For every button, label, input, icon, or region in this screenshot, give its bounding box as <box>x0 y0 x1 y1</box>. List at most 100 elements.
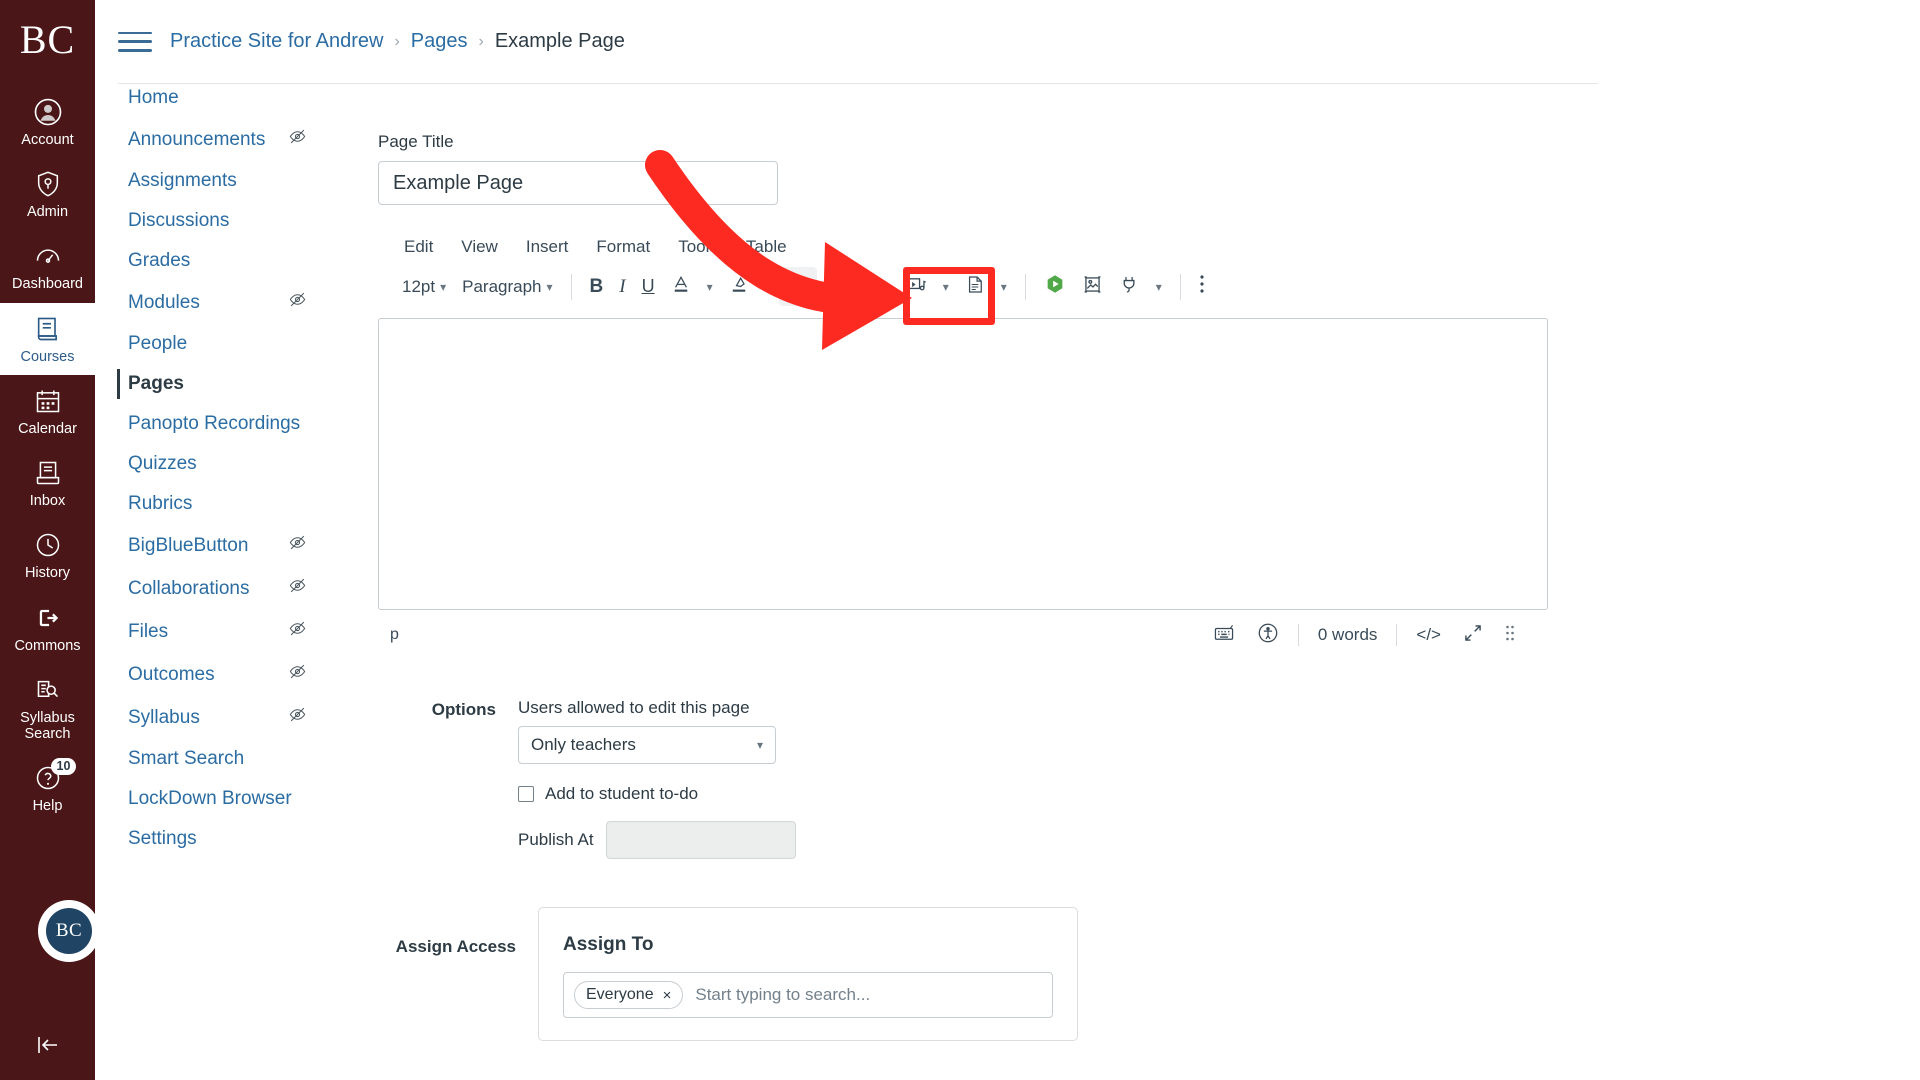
course-nav-item-outcomes[interactable]: Outcomes <box>95 653 335 696</box>
courses-book-icon <box>34 312 62 346</box>
rce-status-bar: p 0 words </> <box>378 610 1548 660</box>
rce-menubar: Edit View Insert Format Tools Table <box>378 231 1548 261</box>
rce-menu-format[interactable]: Format <box>594 233 652 261</box>
page-title-input[interactable] <box>378 161 778 205</box>
font-size-dropdown[interactable]: 12pt ▾ <box>394 271 454 303</box>
breadcrumb-item-course[interactable]: Practice Site for Andrew <box>170 30 383 53</box>
rce-content-area[interactable] <box>378 318 1548 610</box>
collapse-navigation-button[interactable] <box>0 1022 95 1068</box>
global-nav-label: Dashboard <box>12 276 83 293</box>
course-nav-item-smart-search[interactable]: Smart Search <box>95 739 335 779</box>
options-section-label: Options <box>431 700 496 719</box>
global-nav-label: Syllabus Search <box>20 709 75 743</box>
assign-to-card: Assign To Everyone × Start typing to sea… <box>538 907 1078 1041</box>
media-library-button[interactable] <box>1074 268 1111 306</box>
media-library-icon <box>1082 274 1103 300</box>
panopto-button[interactable] <box>1036 267 1074 306</box>
global-nav-item-dashboard[interactable]: Dashboard <box>0 230 95 302</box>
course-nav-item-quizzes[interactable]: Quizzes <box>95 444 335 484</box>
toolbar-divider <box>1179 273 1181 300</box>
edit-roles-select[interactable]: Only teachers ▾ <box>518 726 776 764</box>
course-nav-label: Panopto Recordings <box>128 413 301 434</box>
breadcrumb-item-current: Example Page <box>494 30 625 52</box>
underline-button[interactable]: U <box>634 270 663 303</box>
edit-roles-label: Users allowed to edit this page <box>518 698 750 717</box>
student-todo-checkbox[interactable] <box>518 786 534 802</box>
course-nav-item-files[interactable]: Files <box>95 610 335 653</box>
course-nav-item-assignments[interactable]: Assignments <box>95 161 335 201</box>
block-format-dropdown[interactable]: Paragraph ▾ <box>454 271 560 303</box>
image-button[interactable] <box>839 268 876 306</box>
global-nav-item-commons[interactable]: Commons <box>0 592 95 664</box>
italic-button[interactable]: I <box>611 270 633 304</box>
fullscreen-button[interactable] <box>1452 623 1494 648</box>
course-nav-item-people[interactable]: People <box>95 324 335 364</box>
course-nav-item-rubrics[interactable]: Rubrics <box>95 484 335 524</box>
image-dropdown[interactable]: ▾ <box>876 275 898 299</box>
institution-logo: BC <box>19 17 76 62</box>
student-todo-label: Add to student to-do <box>545 784 699 803</box>
course-nav-item-collaborations[interactable]: Collaborations <box>95 567 335 610</box>
apps-button[interactable] <box>1111 268 1148 306</box>
document-dropdown[interactable]: ▾ <box>993 275 1015 299</box>
text-color-dropdown[interactable]: ▾ <box>699 275 721 299</box>
global-nav-item-admin[interactable]: Admin <box>0 158 95 230</box>
hamburger-line <box>118 40 152 43</box>
rce-menu-view[interactable]: View <box>459 233 500 261</box>
admin-shield-icon <box>34 167 62 201</box>
remove-assignee-icon[interactable]: × <box>663 987 672 1004</box>
course-nav-item-panopto-recordings[interactable]: Panopto Recordings <box>95 404 335 444</box>
course-nav-item-bigbluebutton[interactable]: BigBlueButton <box>95 524 335 567</box>
assign-to-field[interactable]: Everyone × Start typing to search... <box>563 972 1053 1018</box>
more-options-button[interactable] <box>1191 267 1213 306</box>
global-nav-item-calendar[interactable]: Calendar <box>0 375 95 447</box>
course-nav-label: Outcomes <box>128 663 215 685</box>
global-nav-item-courses[interactable]: Courses <box>0 302 95 375</box>
rce-menu-table[interactable]: Table <box>744 233 789 261</box>
chevron-down-icon: ▾ <box>1000 279 1007 294</box>
course-nav-item-pages[interactable]: Pages <box>95 364 335 404</box>
menu-toggle-button[interactable] <box>118 29 152 55</box>
course-nav-item-syllabus[interactable]: Syllabus <box>95 696 335 739</box>
publish-at-input[interactable] <box>605 821 796 859</box>
highlight-color-icon <box>729 273 749 300</box>
rce-menu-edit[interactable]: Edit <box>402 233 435 261</box>
breadcrumb-item-pages[interactable]: Pages <box>411 30 468 53</box>
highlight-color-dropdown[interactable]: ▾ <box>757 275 779 299</box>
help-badge-count: 10 <box>50 757 77 775</box>
html-editor-button[interactable]: </> <box>1405 625 1452 645</box>
global-nav-item-account[interactable]: Account <box>0 86 95 158</box>
highlight-color-button[interactable] <box>721 267 757 306</box>
global-nav-item-history[interactable]: History <box>0 519 95 591</box>
global-nav-item-help[interactable]: 10 Help <box>0 752 95 824</box>
link-button[interactable] <box>778 267 817 306</box>
course-nav-item-grades[interactable]: Grades <box>95 241 335 281</box>
underline-label: U <box>641 276 655 296</box>
apps-dropdown[interactable]: ▾ <box>1148 275 1170 299</box>
global-nav-label: Admin <box>26 204 69 221</box>
rce-menu-tools[interactable]: Tools <box>676 233 720 261</box>
apps-plug-icon <box>1119 274 1140 300</box>
resize-handle[interactable] <box>1494 624 1526 647</box>
course-nav-item-settings[interactable]: Settings <box>95 819 335 859</box>
avatar[interactable]: BC <box>38 900 100 962</box>
text-color-button[interactable] <box>663 267 699 306</box>
course-nav-item-modules[interactable]: Modules <box>95 281 335 324</box>
rce-menu-insert[interactable]: Insert <box>524 233 571 261</box>
assign-to-placeholder: Start typing to search... <box>695 985 871 1004</box>
bold-button[interactable]: B <box>582 270 612 304</box>
assignee-pill-label: Everyone <box>586 986 654 1003</box>
course-navigation: Home Announcements Assignments Discussio… <box>95 78 335 859</box>
toolbar-divider <box>1024 273 1026 300</box>
global-nav-item-syllabus-search[interactable]: Syllabus Search <box>0 664 95 752</box>
global-nav-item-inbox[interactable]: Inbox <box>0 447 95 519</box>
course-nav-item-home[interactable]: Home <box>95 78 335 118</box>
course-nav-label: Grades <box>128 250 191 271</box>
keyboard-shortcuts-button[interactable] <box>1202 624 1246 647</box>
course-nav-item-discussions[interactable]: Discussions <box>95 201 335 241</box>
hidden-eye-icon <box>288 662 307 687</box>
course-nav-item-lockdown-browser[interactable]: LockDown Browser <box>95 779 335 819</box>
course-nav-item-announcements[interactable]: Announcements <box>95 118 335 161</box>
link-dropdown[interactable]: ▾ <box>817 275 839 299</box>
accessibility-checker-button[interactable] <box>1246 622 1290 649</box>
